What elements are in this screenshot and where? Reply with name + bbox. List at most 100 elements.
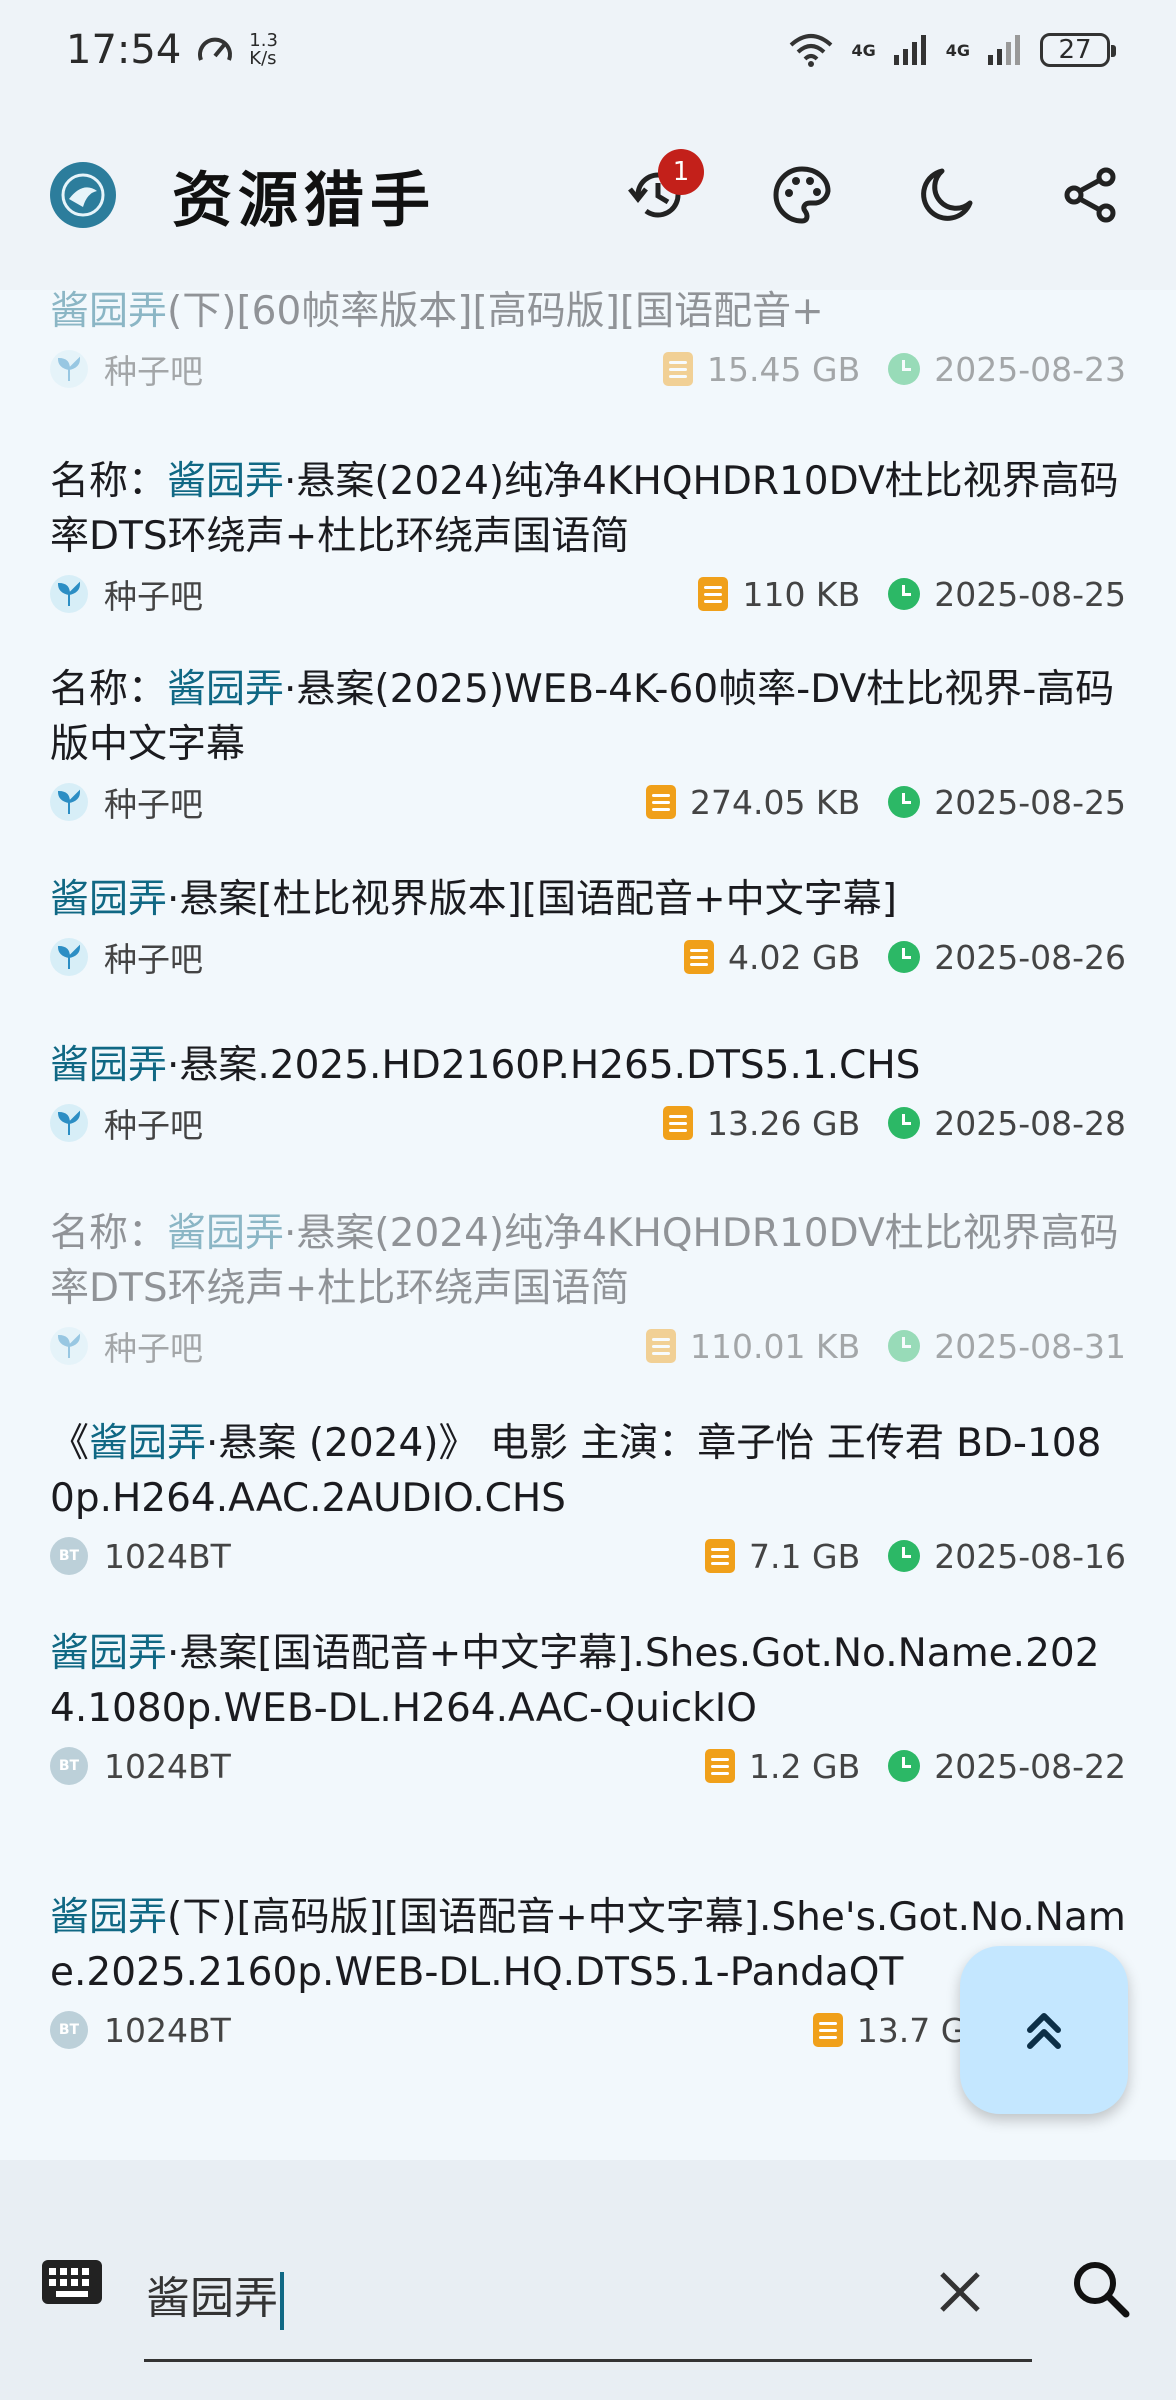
result-meta: BT 1024BT 1.2 GB 2025-08-22 bbox=[50, 1744, 1126, 1788]
result-size: 110 KB bbox=[742, 574, 861, 614]
result-date: 2025-08-26 bbox=[934, 937, 1126, 977]
text-cursor bbox=[280, 2272, 284, 2330]
result-title: 酱园弄·悬案.2025.HD2160P.H265.DTS5.1.CHS bbox=[50, 1043, 921, 1088]
clock-icon bbox=[888, 1540, 921, 1572]
result-meta: 种子吧 110.01 KB 2025-08-31 bbox=[50, 1324, 1126, 1368]
result-source: 种子吧 bbox=[104, 940, 203, 979]
clock-icon bbox=[888, 941, 921, 973]
signal-icon bbox=[893, 35, 926, 65]
wifi-icon bbox=[790, 34, 833, 67]
network-type-1: 4G bbox=[851, 40, 876, 60]
result-item[interactable]: 名称：酱园弄·悬案(2025)WEB-4K-60帧率-DV杜比视界-高码版中文字… bbox=[50, 662, 1126, 824]
result-title: 酱园弄·悬案[杜比视界版本][国语配音+中文字幕] bbox=[50, 877, 897, 922]
result-source: 种子吧 bbox=[104, 785, 203, 824]
result-meta: 种子吧 110 KB 2025-08-25 bbox=[50, 572, 1126, 616]
result-item[interactable]: 名称：酱园弄·悬案(2024)纯净4KHQHDR10DV杜比视界高码率DTS环绕… bbox=[50, 454, 1126, 616]
bt-icon: BT bbox=[50, 2011, 88, 2049]
result-source: 1024BT bbox=[104, 2010, 231, 2050]
history-badge: 1 bbox=[658, 149, 704, 195]
result-date: 2025-08-16 bbox=[934, 1536, 1126, 1576]
file-icon bbox=[705, 1539, 736, 1573]
bt-icon: BT bbox=[50, 1747, 88, 1785]
result-item[interactable]: 酱园弄·悬案.2025.HD2160P.H265.DTS5.1.CHS 种子吧 … bbox=[50, 1038, 1126, 1145]
result-size: 1.2 GB bbox=[749, 1746, 861, 1786]
file-icon bbox=[645, 785, 676, 819]
battery-indicator: 27 bbox=[1040, 33, 1116, 67]
result-item[interactable]: 酱园弄·悬案[杜比视界版本][国语配音+中文字幕] 种子吧 4.02 GB 20… bbox=[50, 872, 1126, 979]
search-input-value: 酱园弄 bbox=[146, 2273, 278, 2324]
search-bar: 酱园弄 bbox=[0, 2160, 1176, 2400]
result-source: 种子吧 bbox=[104, 352, 203, 391]
dark-mode-button[interactable] bbox=[910, 159, 982, 231]
clock-icon bbox=[888, 786, 921, 818]
result-source: 种子吧 bbox=[104, 1106, 203, 1145]
seed-icon bbox=[50, 1327, 88, 1365]
result-size: 274.05 KB bbox=[689, 782, 861, 822]
status-bar: 17:54 1.3 K/s 4G 4G 27 bbox=[0, 0, 1176, 100]
result-title: 名称：酱园弄·悬案(2024)纯净4KHQHDR10DV杜比视界高码率DTS环绕… bbox=[50, 459, 1119, 559]
search-icon bbox=[1074, 2262, 1130, 2318]
result-item[interactable]: 《酱园弄·悬案 (2024)》 电影 主演：章子怡 王传君 BD-1080p.H… bbox=[50, 1416, 1126, 1578]
result-date: 2025-08-22 bbox=[934, 1746, 1126, 1786]
result-title: 名称：酱园弄·悬案(2025)WEB-4K-60帧率-DV杜比视界-高码版中文字… bbox=[50, 667, 1115, 767]
status-time: 17:54 bbox=[66, 27, 182, 73]
speedometer-icon bbox=[198, 37, 233, 61]
moon-icon bbox=[921, 168, 973, 221]
result-title: 名称：酱园弄·悬案(2024)纯净4KHQHDR10DV杜比视界高码率DTS环绕… bbox=[50, 1211, 1119, 1311]
result-size: 7.1 GB bbox=[749, 1536, 861, 1576]
file-icon bbox=[663, 352, 694, 386]
result-source: 种子吧 bbox=[104, 1329, 203, 1368]
network-type-2: 4G bbox=[945, 40, 970, 60]
app-bar: 资源猎手 1 bbox=[0, 100, 1176, 290]
result-date: 2025-08-31 bbox=[934, 1326, 1126, 1366]
result-title: 酱园弄·悬案[国语配音+中文字幕].Shes.Got.No.Name.2024.… bbox=[50, 1631, 1100, 1731]
clock-icon bbox=[888, 578, 921, 610]
result-meta: BT 1024BT 7.1 GB 2025-08-16 bbox=[50, 1534, 1126, 1578]
app-logo bbox=[50, 162, 116, 228]
seed-icon bbox=[50, 350, 88, 388]
clock-icon bbox=[888, 1330, 921, 1362]
result-size: 110.01 KB bbox=[689, 1326, 861, 1366]
result-source: 种子吧 bbox=[104, 577, 203, 616]
network-speed: 1.3 K/s bbox=[249, 30, 278, 69]
clock-icon bbox=[888, 1107, 921, 1139]
result-title: 《酱园弄·悬案 (2024)》 电影 主演：章子怡 王传君 BD-1080p.H… bbox=[50, 1421, 1102, 1521]
clock-icon bbox=[888, 1750, 921, 1782]
file-icon bbox=[663, 1106, 694, 1140]
seed-icon bbox=[50, 938, 88, 976]
logo-icon bbox=[61, 173, 105, 217]
result-item[interactable]: 酱园弄·悬案[国语配音+中文字幕].Shes.Got.No.Name.2024.… bbox=[50, 1626, 1126, 1788]
history-button[interactable]: 1 bbox=[622, 149, 704, 231]
file-icon bbox=[812, 2013, 843, 2047]
result-date: 2025-08-25 bbox=[934, 574, 1126, 614]
scroll-to-top-button[interactable] bbox=[960, 1946, 1128, 2114]
file-icon bbox=[645, 1329, 676, 1363]
result-source: 1024BT bbox=[104, 1746, 231, 1786]
share-button[interactable] bbox=[1054, 159, 1126, 231]
search-input[interactable]: 酱园弄 bbox=[144, 2232, 1032, 2362]
theme-button[interactable] bbox=[766, 159, 838, 231]
search-button[interactable] bbox=[1068, 2256, 1134, 2322]
double-chevron-up-icon bbox=[1027, 2013, 1061, 2049]
result-meta: 种子吧 15.45 GB 2025-08-23 bbox=[50, 347, 1126, 391]
result-date: 2025-08-28 bbox=[934, 1103, 1126, 1143]
result-item[interactable]: 名称：酱园弄·悬案(2024)纯净4KHQHDR10DV杜比视界高码率DTS环绕… bbox=[50, 1206, 1126, 1368]
seed-icon bbox=[50, 575, 88, 613]
result-title: 酱园弄(下)[60帧率版本][高码版][国语配音+ bbox=[50, 290, 824, 334]
keyboard-icon bbox=[42, 2260, 102, 2304]
result-size: 15.45 GB bbox=[707, 349, 861, 389]
clear-button[interactable] bbox=[930, 2262, 990, 2322]
palette-icon bbox=[773, 166, 831, 224]
seed-icon bbox=[50, 783, 88, 821]
seed-icon bbox=[50, 1104, 88, 1142]
clock-icon bbox=[888, 353, 921, 385]
bt-icon: BT bbox=[50, 1537, 88, 1575]
result-item[interactable]: 酱园弄(下)[60帧率版本][高码版][国语配音+ 种子吧 15.45 GB 2… bbox=[50, 290, 1126, 391]
app-title: 资源猎手 bbox=[172, 165, 436, 236]
result-size: 13.26 GB bbox=[707, 1103, 861, 1143]
result-meta: 种子吧 4.02 GB 2025-08-26 bbox=[50, 935, 1126, 979]
keyboard-button[interactable] bbox=[42, 2260, 102, 2308]
result-meta: 种子吧 274.05 KB 2025-08-25 bbox=[50, 780, 1126, 824]
result-date: 2025-08-25 bbox=[934, 782, 1126, 822]
result-date: 2025-08-23 bbox=[934, 349, 1126, 389]
